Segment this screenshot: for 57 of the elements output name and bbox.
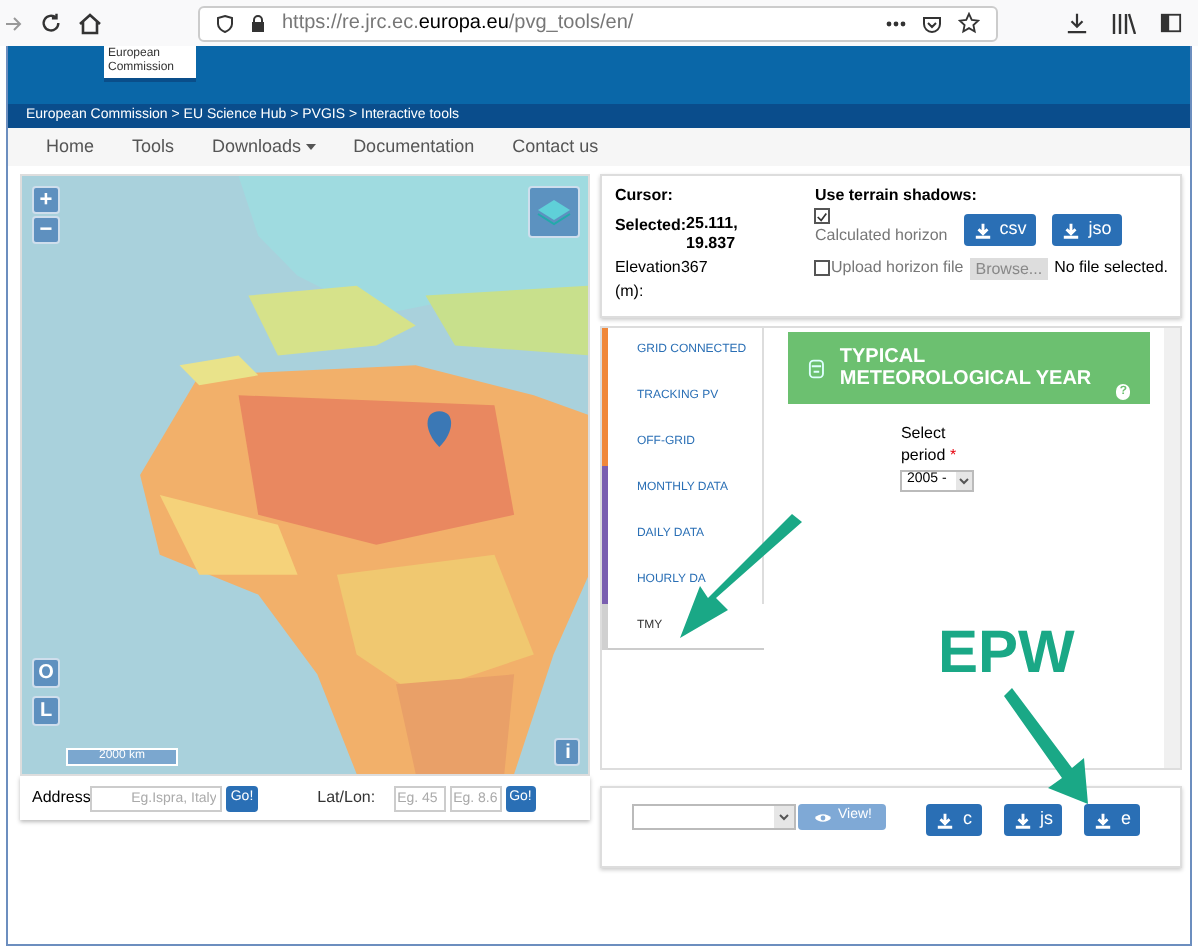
address-label: Address <box>32 786 91 810</box>
nav-link[interactable]: Contact us <box>512 133 599 161</box>
caret-icon <box>305 144 316 150</box>
lock-icon <box>250 14 266 32</box>
terrain-title: Use terrain shadows: <box>814 184 979 208</box>
browse-button[interactable]: Browse... <box>969 257 1049 279</box>
zoom-in-button[interactable]: + <box>32 186 60 214</box>
calculated-horizon-checkbox[interactable] <box>814 208 831 224</box>
latlon-label: Lat/Lon: <box>317 786 376 810</box>
calculated-horizon-label: Calculated horizon <box>814 224 948 248</box>
reload-icon[interactable] <box>40 12 62 34</box>
upload-horizon-label: Upload horizon file <box>830 256 964 280</box>
home-icon[interactable] <box>78 11 102 35</box>
url-text: https://re.jrc.ec.europa.eu/pvg_tools/en/ <box>282 10 636 38</box>
check-icon <box>816 209 829 223</box>
selected-label: Selected: <box>614 214 687 238</box>
nav-link[interactable]: Documentation <box>353 133 475 161</box>
selected-value: 25.111, 19.837 <box>686 214 738 254</box>
info-button[interactable]: i <box>554 738 581 766</box>
elevation-label: Elevation (m): <box>614 256 681 304</box>
download-icon <box>1013 811 1032 829</box>
download-button[interactable]: c <box>926 804 982 836</box>
nav-link[interactable]: Tools <box>132 133 175 161</box>
tmy-title: TYPICAL METEOROLOGICAL YEAR <box>839 346 1094 390</box>
eye-icon <box>813 811 832 823</box>
shield-icon <box>216 13 234 33</box>
download-button[interactable]: js <box>1003 804 1063 836</box>
period-label: Select period * <box>900 422 959 466</box>
library-icon[interactable] <box>1112 12 1136 34</box>
map-tool-button[interactable]: L <box>32 696 60 726</box>
address-bar[interactable]: https://re.jrc.ec.europa.eu/pvg_tools/en/ <box>198 5 998 41</box>
zoom-out-button[interactable]: − <box>32 216 60 244</box>
download-icon <box>936 811 955 829</box>
download-button[interactable]: jso <box>1052 214 1122 246</box>
download-icon <box>1062 221 1081 239</box>
upload-horizon-checkbox[interactable] <box>814 260 831 276</box>
star-icon[interactable] <box>958 12 980 34</box>
download-icon <box>973 221 992 239</box>
nav-link[interactable]: Downloads <box>212 133 316 161</box>
epw-label: EPW <box>938 624 1075 684</box>
forward-icon[interactable] <box>4 13 24 33</box>
download-icon[interactable] <box>1066 12 1088 34</box>
more-icon[interactable] <box>886 19 906 27</box>
sidebar-icon[interactable] <box>1160 12 1182 34</box>
file-status: No file selected. <box>1054 256 1168 280</box>
nav-link[interactable]: Home <box>46 133 95 161</box>
elevation-value: 367 <box>680 256 708 280</box>
download-button[interactable]: csv <box>963 214 1037 246</box>
scrollbar[interactable] <box>1164 328 1180 768</box>
map-tool-button[interactable]: O <box>32 658 60 688</box>
download-icon <box>1094 811 1113 829</box>
caret-icon <box>774 806 795 828</box>
cursor-title: Cursor: <box>614 184 675 208</box>
layers-icon <box>536 196 573 228</box>
pocket-icon[interactable] <box>922 13 942 33</box>
caret-icon <box>956 472 973 490</box>
download-button[interactable]: e <box>1084 804 1141 836</box>
